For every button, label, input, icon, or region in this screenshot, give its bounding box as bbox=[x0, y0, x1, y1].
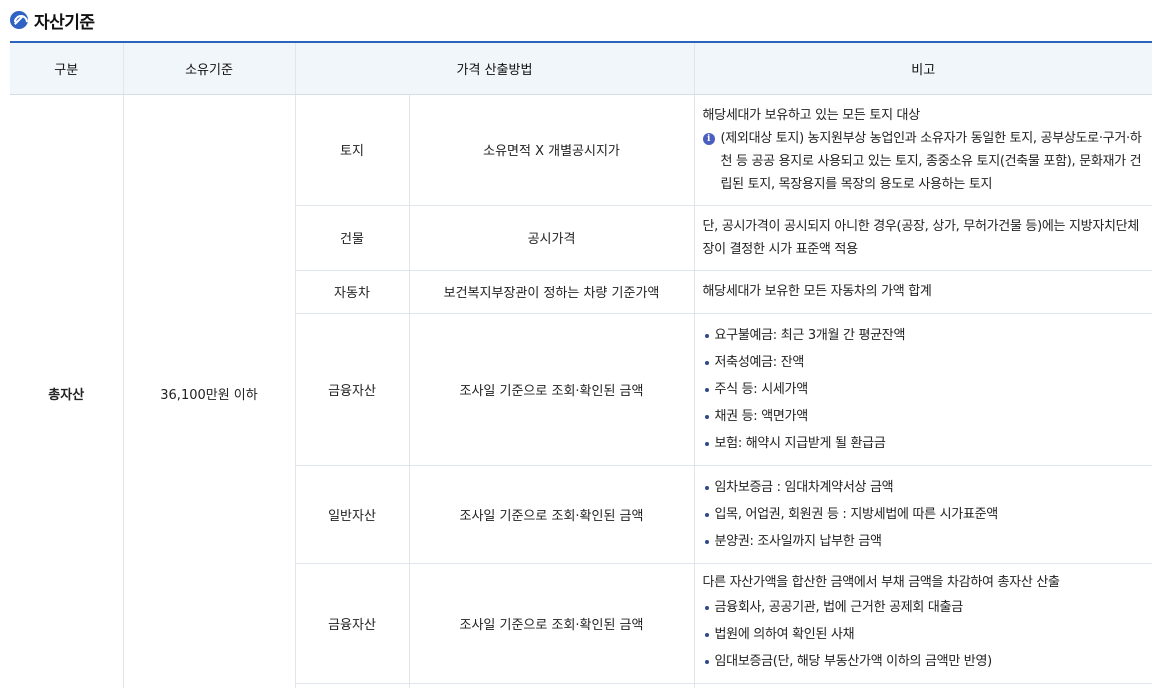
list-item: 요구불예금: 최근 3개월 간 평균잔액 bbox=[703, 322, 1143, 349]
method-cell bbox=[409, 683, 695, 688]
type-cell: 금융자산 bbox=[295, 563, 410, 684]
section-title: 자산기준 bbox=[34, 12, 95, 33]
info-icon: i bbox=[702, 132, 715, 145]
note-text: 해당세대가 보유한 모든 자동차의 가액 합계 bbox=[702, 284, 932, 299]
list-item: 보험: 해약시 지급받게 될 환급금 bbox=[703, 430, 1143, 457]
method-cell: 소유면적 X 개별공시지가 bbox=[409, 94, 695, 206]
type-cell bbox=[295, 683, 410, 688]
method-cell: 조사일 기준으로 조회·확인된 금액 bbox=[409, 563, 695, 684]
list-item: 입목, 어업권, 회원권 등 : 지방세법에 따른 시가표준액 bbox=[703, 501, 1143, 528]
type-cell: 일반자산 bbox=[295, 465, 410, 564]
note-cell: 다른 자산가액을 합산한 금액에서 부채 금액을 차감하여 총자산 산출 금융회… bbox=[694, 563, 1152, 684]
type-cell: 토지 bbox=[295, 94, 410, 206]
method-cell: 조사일 기준으로 조회·확인된 금액 bbox=[409, 313, 695, 466]
note-info: i (제외대상 토지) 농지원부상 농업인과 소유자가 동일한 토지, 공부상도… bbox=[702, 127, 1143, 196]
list-item: 임대보증금(단, 해당 부동산가액 이하의 금액만 반영) bbox=[703, 648, 1143, 675]
note-cell: 요구불예금: 최근 3개월 간 평균잔액 저축성예금: 잔액 주식 등: 시세가… bbox=[694, 313, 1152, 466]
refresh-icon bbox=[10, 11, 28, 29]
asset-criteria-table: 구분 소유기준 가격 산출방법 비고 총자산 36,100만원 이하 토지 소유… bbox=[10, 41, 1152, 688]
ownership-cell: 36,100만원 이하 bbox=[123, 94, 296, 688]
note-list: 임차보증금 : 임대차계약서상 금액 입목, 어업권, 회원권 등 : 지방세법… bbox=[703, 474, 1143, 555]
list-item: 저축성예금: 잔액 bbox=[703, 349, 1143, 376]
note-list: 요구불예금: 최근 3개월 간 평균잔액 저축성예금: 잔액 주식 등: 시세가… bbox=[703, 322, 1143, 457]
category-cell: 총자산 bbox=[10, 94, 124, 688]
list-item: 채권 등: 액면가액 bbox=[703, 403, 1143, 430]
note-text: 다른 자산가액을 합산한 금액에서 부채 금액을 차감하여 총자산 산출 bbox=[702, 575, 1060, 590]
list-item: 법원에 의하여 확인된 사채 bbox=[703, 621, 1143, 648]
header-category: 구분 bbox=[10, 42, 124, 95]
list-item: 금융회사, 공공기관, 법에 근거한 공제회 대출금 bbox=[703, 594, 1143, 621]
note-text: 단, 공시가격이 공시되지 아니한 경우(공장, 상가, 무허가건물 등)에는 … bbox=[702, 218, 1140, 257]
list-item: 임차보증금 : 임대차계약서상 금액 bbox=[703, 474, 1143, 501]
note-cell: 해당세대가 보유하고 있는 모든 토지 대상 i (제외대상 토지) 농지원부상… bbox=[694, 94, 1152, 206]
note-info-text: (제외대상 토지) 농지원부상 농업인과 소유자가 동일한 토지, 공부상도로·… bbox=[720, 130, 1142, 192]
method-cell: 보건복지부장관이 정하는 차량 기준가액 bbox=[409, 270, 695, 314]
note-list: 금융회사, 공공기관, 법에 근거한 공제회 대출금 법원에 의하여 확인된 사… bbox=[703, 594, 1143, 675]
note-cell: 해당세대가 보유한 모든 자동차의 가액 합계 bbox=[694, 270, 1152, 314]
table-row: 총자산 36,100만원 이하 토지 소유면적 X 개별공시지가 해당세대가 보… bbox=[10, 94, 1152, 688]
table-header-row: 구분 소유기준 가격 산출방법 비고 bbox=[10, 42, 1152, 95]
header-note: 비고 bbox=[694, 42, 1152, 95]
note-text: 해당세대가 보유하고 있는 모든 토지 대상 bbox=[702, 107, 921, 123]
type-cell: 건물 bbox=[295, 205, 410, 271]
header-method: 가격 산출방법 bbox=[295, 42, 695, 95]
list-item: 분양권: 조사일까지 납부한 금액 bbox=[703, 528, 1143, 555]
header-ownership: 소유기준 bbox=[123, 42, 296, 95]
note-cell: 단, 공시가격이 공시되지 아니한 경우(공장, 상가, 무허가건물 등)에는 … bbox=[694, 205, 1152, 271]
note-cell: 임차보증금 : 임대차계약서상 금액 입목, 어업권, 회원권 등 : 지방세법… bbox=[694, 465, 1152, 564]
type-cell: 금융자산 bbox=[295, 313, 410, 466]
note-cell bbox=[694, 683, 1152, 688]
method-cell: 조사일 기준으로 조회·확인된 금액 bbox=[409, 465, 695, 564]
list-item: 주식 등: 시세가액 bbox=[703, 376, 1143, 403]
type-cell: 자동차 bbox=[295, 270, 410, 314]
section-heading: 자산기준 bbox=[10, 8, 95, 33]
method-cell: 공시가격 bbox=[409, 205, 695, 271]
